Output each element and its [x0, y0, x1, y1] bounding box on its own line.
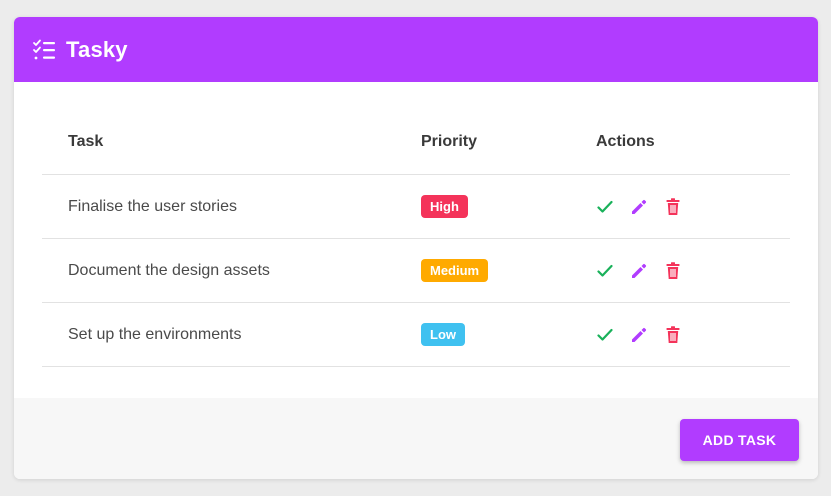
pencil-icon[interactable]	[630, 198, 648, 216]
card-footer: ADD TASK	[14, 398, 818, 479]
task-name: Set up the environments	[68, 325, 242, 343]
check-icon[interactable]	[596, 198, 614, 216]
table-header-row: Task Priority Actions	[42, 110, 790, 175]
trash-icon[interactable]	[664, 325, 682, 344]
app-header: Tasky	[14, 17, 818, 82]
pencil-icon[interactable]	[630, 262, 648, 280]
priority-badge: High	[421, 195, 468, 218]
app-title: Tasky	[66, 36, 128, 62]
check-icon[interactable]	[596, 262, 614, 280]
task-table-area: Task Priority Actions Finalise the user …	[14, 82, 818, 398]
pencil-icon[interactable]	[630, 326, 648, 344]
priority-badge: Medium	[421, 259, 489, 282]
row-actions	[596, 325, 790, 344]
priority-badge: Low	[421, 323, 465, 346]
table-row: Document the design assets Medium	[42, 239, 790, 303]
row-actions	[596, 197, 790, 216]
task-name: Finalise the user stories	[68, 197, 237, 215]
checklist-icon	[32, 38, 58, 62]
task-name: Document the design assets	[68, 261, 270, 279]
task-table: Task Priority Actions Finalise the user …	[42, 110, 790, 367]
table-row: Finalise the user stories High	[42, 175, 790, 239]
trash-icon[interactable]	[664, 197, 682, 216]
task-card: Tasky Task Priority Actions Finalise the…	[14, 17, 818, 479]
check-icon[interactable]	[596, 326, 614, 344]
row-actions	[596, 261, 790, 280]
table-row: Set up the environments Low	[42, 303, 790, 367]
header-task: Task	[68, 133, 104, 150]
trash-icon[interactable]	[664, 261, 682, 280]
header-priority: Priority	[421, 133, 478, 150]
add-task-button[interactable]: ADD TASK	[680, 419, 799, 461]
header-actions: Actions	[596, 133, 655, 150]
